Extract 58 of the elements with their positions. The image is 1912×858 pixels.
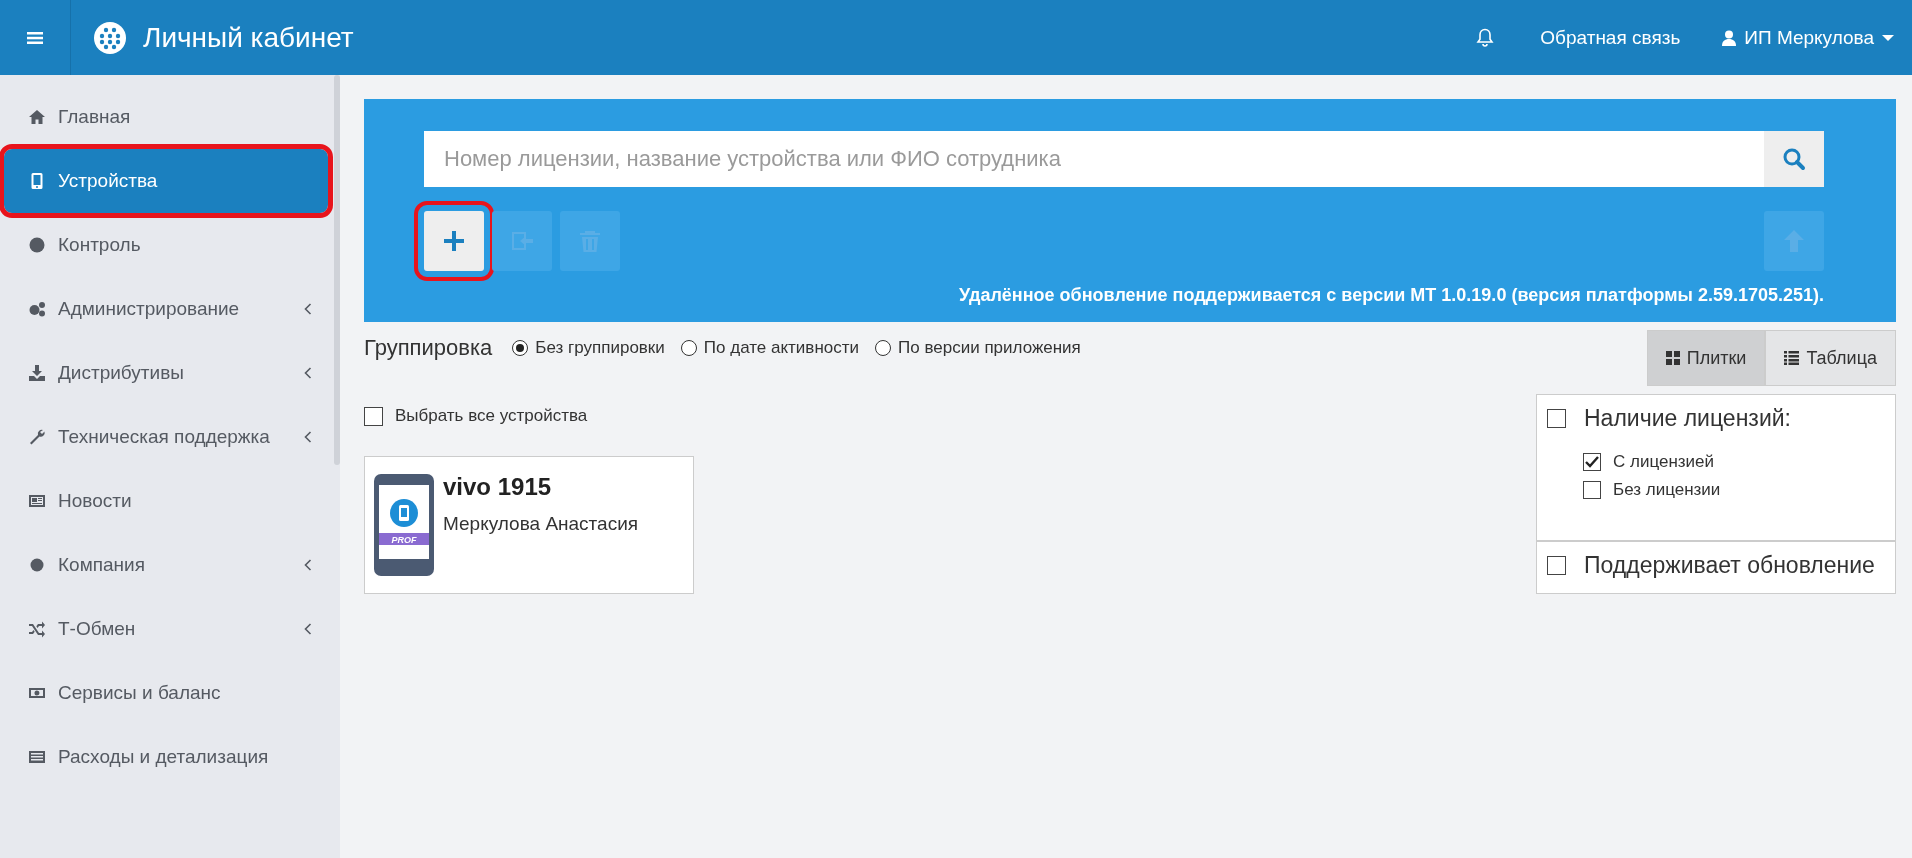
sidebar-item[interactable]: Сервисы и баланс xyxy=(0,661,312,725)
search-field[interactable]: Номер лицензии, название устройства или ФИО сотрудника xyxy=(424,131,1764,187)
filter-title: Поддерживает обновление xyxy=(1584,552,1875,579)
search-icon xyxy=(1782,147,1806,171)
trash-icon xyxy=(577,228,603,254)
sidebar-item[interactable]: Новости xyxy=(0,469,312,533)
add-button[interactable] xyxy=(424,211,484,271)
checkbox[interactable] xyxy=(1583,453,1601,471)
user-icon xyxy=(1722,29,1737,46)
user-menu[interactable]: ИП Меркулова xyxy=(1722,26,1894,49)
sidebar-item[interactable]: Контроль xyxy=(0,213,312,277)
filter-option-label: С лицензией xyxy=(1613,452,1715,472)
checkbox[interactable] xyxy=(1583,481,1601,499)
list-icon xyxy=(28,748,46,766)
logo-icon xyxy=(93,20,127,55)
filter-title: Наличие лицензий: xyxy=(1584,405,1791,432)
shuffle-icon xyxy=(28,620,46,638)
table-view-button[interactable]: Таблица xyxy=(1765,330,1896,386)
phone-icon xyxy=(374,474,434,576)
grouping-option[interactable]: Без группировки xyxy=(512,338,665,358)
sidebar-item[interactable]: Т-Обмен xyxy=(0,597,312,661)
sidebar-item[interactable]: Дистрибутивы xyxy=(0,341,312,405)
device-name: vivo 1915 xyxy=(443,473,553,501)
plus-icon xyxy=(441,228,467,254)
notifications-icon[interactable] xyxy=(1476,27,1495,48)
filter-option-label: Без лицензии xyxy=(1613,480,1721,500)
grouping-label: Группировка xyxy=(364,335,493,361)
wrench-icon xyxy=(28,428,46,446)
badge-text: PROF xyxy=(391,534,417,545)
list-icon xyxy=(1784,351,1800,365)
search-button[interactable] xyxy=(1764,131,1824,187)
home-icon xyxy=(28,108,46,126)
radio-button[interactable] xyxy=(875,340,891,356)
download-icon xyxy=(28,364,46,382)
radio-button[interactable] xyxy=(680,340,697,356)
checkbox[interactable] xyxy=(1547,556,1566,575)
checkbox[interactable] xyxy=(364,406,383,426)
update-note: Удалённое обновление поддерживается с версии МТ 1.0.19.0 (версия платформы 2.59.1705.251). xyxy=(957,285,1824,306)
device-owner: Меркулова Анастасия xyxy=(443,513,639,535)
feedback-link[interactable]: Обратная связь xyxy=(1540,26,1681,49)
sidebar-item[interactable]: Главная xyxy=(0,85,312,149)
checkbox[interactable] xyxy=(1547,409,1566,428)
option-label: Без группировки xyxy=(535,338,665,358)
newspaper-icon xyxy=(28,492,46,510)
radio-button[interactable] xyxy=(512,340,529,356)
sidebar-item[interactable]: Техническая поддержка xyxy=(0,405,312,469)
scrollbar-thumb[interactable] xyxy=(334,75,340,465)
tiles-view-button[interactable]: Плитки xyxy=(1646,330,1766,386)
sidebar-item[interactable]: Расходы и детализация xyxy=(0,725,312,789)
menu-icon xyxy=(27,30,43,45)
select-all-label: Выбрать все устройства xyxy=(395,406,588,426)
sidebar-item[interactable]: Компания xyxy=(0,533,312,597)
sidebar-item[interactable]: Администрирование xyxy=(0,277,312,341)
grid-icon xyxy=(1665,351,1680,365)
phone-icon xyxy=(28,172,46,190)
device-card[interactable]: PROF vivo 1915 Меркулова Анастасия xyxy=(364,456,694,594)
app-title: Личный кабинет xyxy=(143,21,354,54)
caret-icon xyxy=(1882,33,1894,42)
